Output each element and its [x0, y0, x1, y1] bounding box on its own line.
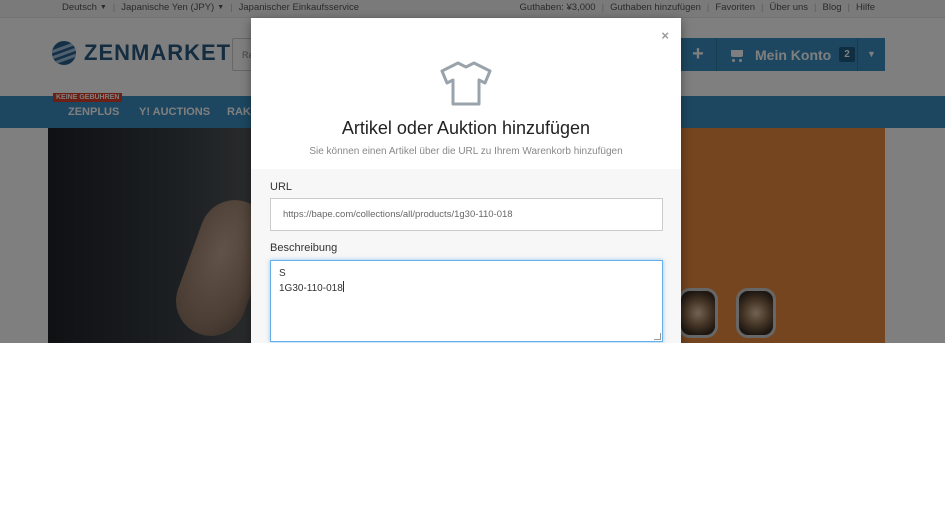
resize-handle[interactable]: [654, 333, 661, 340]
modal-title: Artikel oder Auktion hinzufügen: [341, 118, 591, 138]
description-label: Beschreibung: [270, 242, 338, 254]
modal-subtitle: Sie können einen Artikel über die URL zu…: [309, 146, 623, 157]
url-label: URL: [270, 181, 293, 193]
modal-form: URL https://bape.com/collections/all/pro…: [251, 169, 681, 343]
url-input[interactable]: https://bape.com/collections/all/product…: [270, 198, 663, 231]
browser-viewport: Deutsch▼ | Japanische Yen (JPY)▼ | Japan…: [0, 0, 945, 343]
text-cursor: [342, 281, 344, 292]
description-textarea[interactable]: S 1G30-110-018: [270, 260, 663, 342]
tshirt-icon: [440, 61, 492, 106]
add-item-modal: × Artikel oder Auktion hinzufügen Sie kö…: [251, 18, 681, 343]
close-icon[interactable]: ×: [661, 28, 669, 43]
